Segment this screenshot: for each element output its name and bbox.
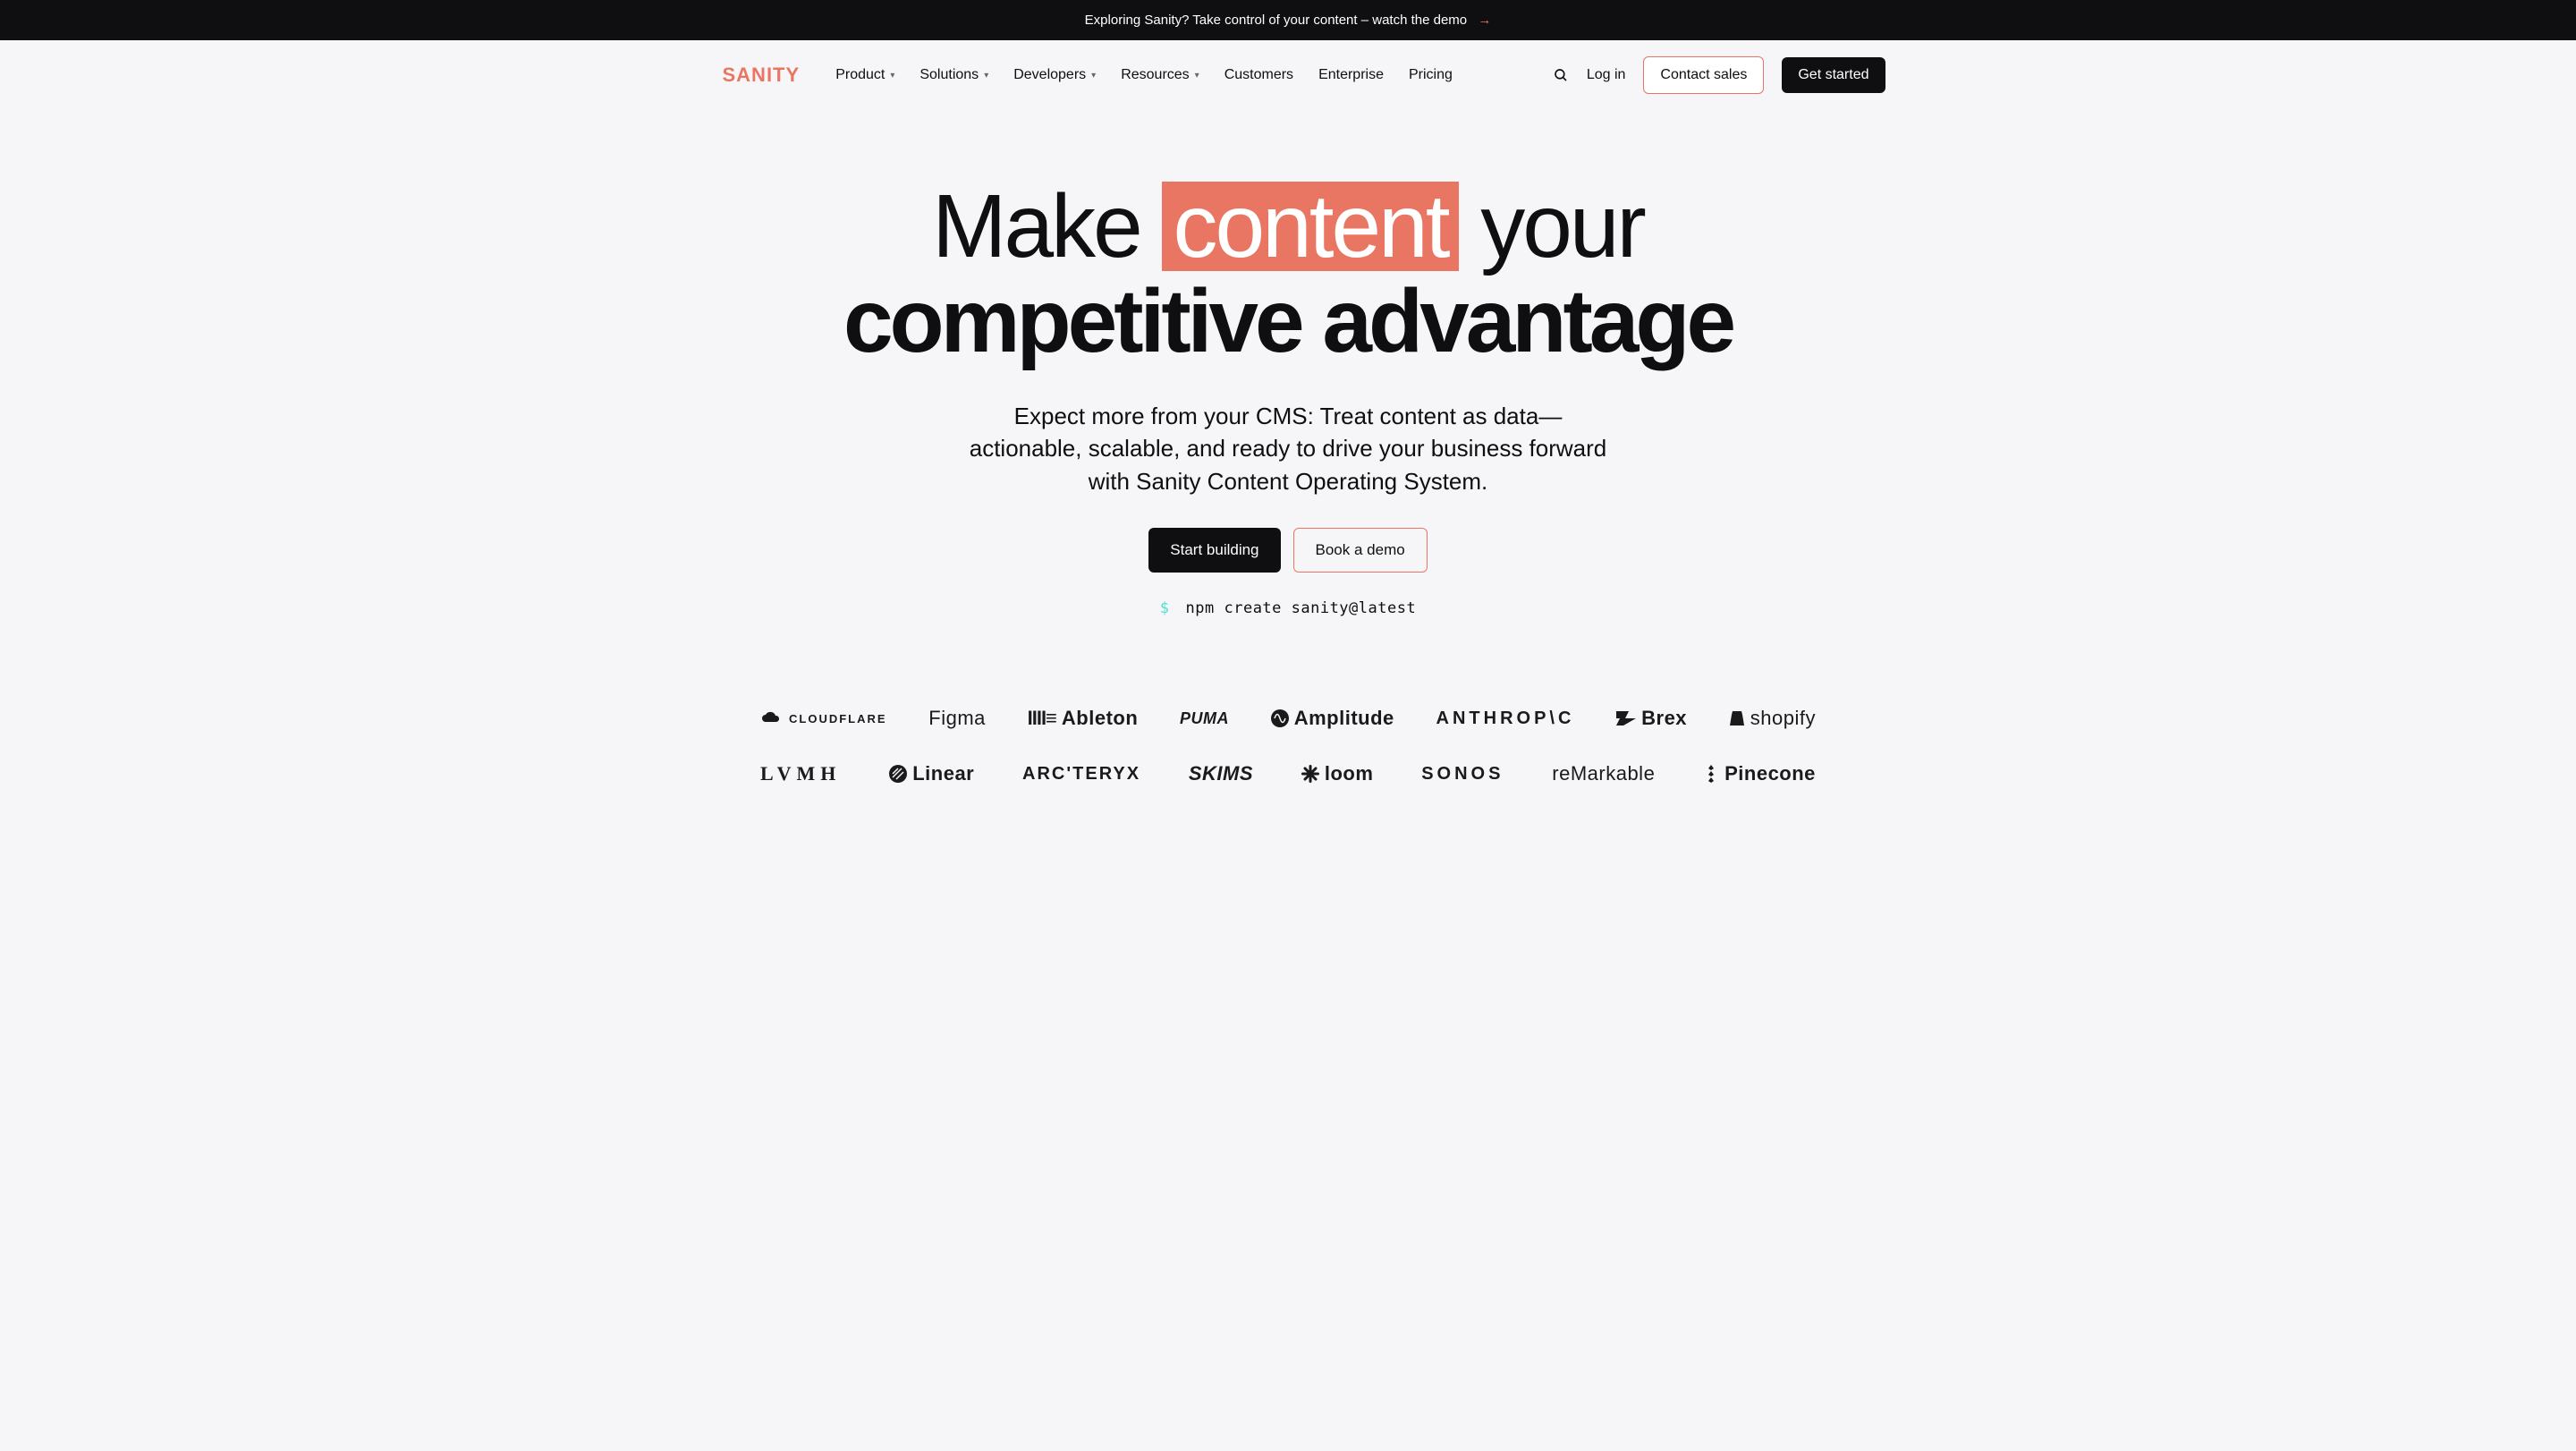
chevron-down-icon: ▾ <box>890 71 894 81</box>
nav-customers[interactable]: Customers <box>1224 67 1293 83</box>
arrow-right-icon: → <box>1478 13 1491 28</box>
main-nav: Product ▾ Solutions ▾ Developers ▾ Resou… <box>835 67 1453 83</box>
logo-text: Amplitude <box>1294 707 1394 730</box>
linear-icon <box>889 765 907 783</box>
contact-sales-button[interactable]: Contact sales <box>1643 56 1764 94</box>
logo-text: PUMA <box>1180 709 1229 728</box>
chevron-down-icon: ▾ <box>1091 71 1096 81</box>
book-demo-button[interactable]: Book a demo <box>1293 528 1428 573</box>
nav-label: Product <box>835 67 885 83</box>
nav-label: Solutions <box>919 67 979 83</box>
logo-linear: Linear <box>889 762 974 785</box>
logo-skims: SKIMS <box>1189 762 1253 785</box>
logo-ableton: IIII≡ Ableton <box>1028 707 1139 730</box>
hero-subhead: Expect more from your CMS: Treat content… <box>966 400 1610 497</box>
loom-icon <box>1301 765 1319 783</box>
nav-label: Resources <box>1121 67 1189 83</box>
nav-resources[interactable]: Resources ▾ <box>1121 67 1199 83</box>
start-building-button[interactable]: Start building <box>1148 528 1280 573</box>
logo-lvmh: LVMH <box>760 762 841 785</box>
nav-label: Pricing <box>1409 67 1453 83</box>
logo-puma: PUMA <box>1180 709 1229 728</box>
logo-text: Linear <box>912 762 974 785</box>
hero-section: Make content your competitive advantage … <box>716 110 1860 653</box>
hero-line2: competitive advantage <box>751 276 1825 366</box>
announcement-text: Exploring Sanity? Take control of your c… <box>1085 13 1467 28</box>
get-started-button[interactable]: Get started <box>1782 57 1885 93</box>
logo-row-1: CLOUDFLARE Figma IIII≡ Ableton PUMA Ampl… <box>760 707 1816 730</box>
nav-label: Customers <box>1224 67 1293 83</box>
nav-label: Developers <box>1013 67 1086 83</box>
search-icon[interactable] <box>1553 67 1569 83</box>
brand-logo[interactable]: SANITY <box>723 64 801 87</box>
hero-heading: Make content your competitive advantage <box>751 182 1825 366</box>
login-link[interactable]: Log in <box>1587 67 1626 83</box>
logo-row-2: LVMH Linear ARC'TERYX SKIMS loom SONOS r… <box>760 762 1816 785</box>
logo-text: CLOUDFLARE <box>789 712 887 726</box>
logo-brex: Brex <box>1616 707 1687 730</box>
chevron-down-icon: ▾ <box>984 71 988 81</box>
hero-ctas: Start building Book a demo <box>751 528 1825 573</box>
prompt-symbol: $ <box>1160 599 1170 617</box>
nav-product[interactable]: Product ▾ <box>835 67 894 83</box>
pinecone-icon <box>1703 765 1719 783</box>
hero-line1-pre: Make <box>932 176 1162 276</box>
logo-sonos: SONOS <box>1421 764 1504 785</box>
chevron-down-icon: ▾ <box>1195 71 1199 81</box>
logo-cloudflare: CLOUDFLARE <box>760 711 887 726</box>
nav-developers[interactable]: Developers ▾ <box>1013 67 1096 83</box>
nav-solutions[interactable]: Solutions ▾ <box>919 67 988 83</box>
install-command[interactable]: $ npm create sanity@latest <box>751 599 1825 617</box>
logo-text: Brex <box>1641 707 1687 730</box>
logo-arcteryx: ARC'TERYX <box>1022 764 1140 785</box>
logo-text: Ableton <box>1062 707 1138 730</box>
logo-remarkable: reMarkable <box>1552 762 1655 785</box>
announcement-bar[interactable]: Exploring Sanity? Take control of your c… <box>0 0 2576 40</box>
brex-icon <box>1616 711 1636 726</box>
logo-amplitude: Amplitude <box>1271 707 1394 730</box>
bars-icon: IIII≡ <box>1028 707 1056 730</box>
logo-text: shopify <box>1750 707 1816 730</box>
logo-text: Pinecone <box>1724 762 1816 785</box>
site-header: SANITY Product ▾ Solutions ▾ Developers … <box>638 40 1939 110</box>
logo-shopify: shopify <box>1729 707 1816 730</box>
header-actions: Log in Contact sales Get started <box>1553 56 1885 94</box>
bag-icon <box>1729 709 1745 727</box>
wave-icon <box>1271 709 1289 727</box>
logo-pinecone: Pinecone <box>1703 762 1816 785</box>
logo-text: loom <box>1325 762 1374 785</box>
logo-loom: loom <box>1301 762 1374 785</box>
hero-line1-post: your <box>1459 176 1644 276</box>
customer-logos: CLOUDFLARE Figma IIII≡ Ableton PUMA Ampl… <box>724 707 1852 785</box>
cloud-icon <box>760 711 784 726</box>
nav-pricing[interactable]: Pricing <box>1409 67 1453 83</box>
logo-figma: Figma <box>928 707 986 730</box>
nav-enterprise[interactable]: Enterprise <box>1318 67 1384 83</box>
command-text: npm create sanity@latest <box>1186 599 1417 617</box>
hero-highlight: content <box>1162 182 1458 271</box>
logo-anthropic: ANTHROP\C <box>1436 709 1575 729</box>
nav-label: Enterprise <box>1318 67 1384 83</box>
